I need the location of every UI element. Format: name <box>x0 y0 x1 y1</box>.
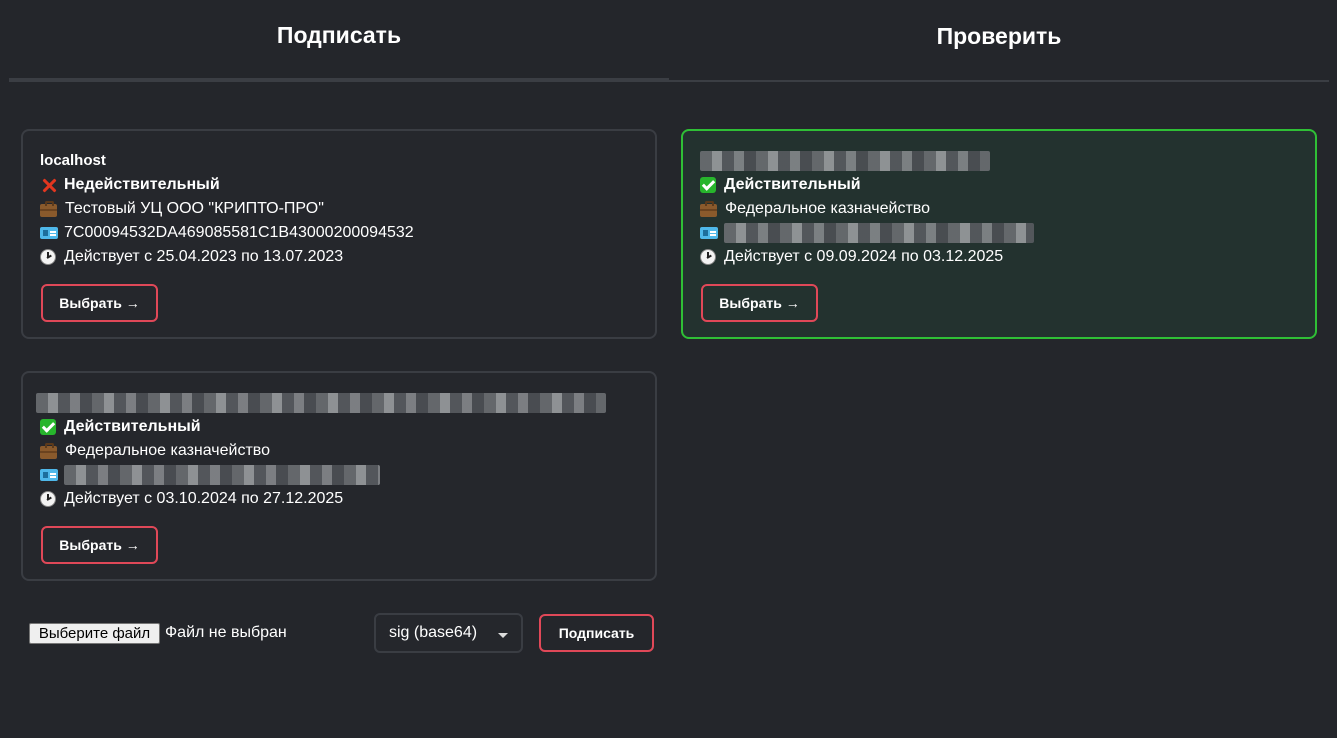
clock-icon <box>40 249 56 265</box>
chevron-down-icon <box>498 633 508 638</box>
format-selected-value: sig (base64) <box>389 624 478 641</box>
cross-mark-icon <box>40 176 58 194</box>
id-card-icon <box>700 227 718 239</box>
tab-sign[interactable]: Подписать <box>9 0 669 82</box>
format-select[interactable]: sig (base64) <box>374 613 523 653</box>
certificate-validity: Действует с 03.10.2024 по 27.12.2025 <box>64 490 344 507</box>
redacted-title <box>700 151 990 171</box>
select-certificate-button[interactable]: Выбрать → <box>41 284 158 322</box>
tab-bar: Подписать Проверить <box>9 0 1329 82</box>
certificate-card: Действительный Федеральное казначейство … <box>21 371 657 581</box>
certificate-title: localhost <box>40 152 106 169</box>
select-certificate-button[interactable]: Выбрать → <box>701 284 818 322</box>
briefcase-icon <box>40 443 57 459</box>
briefcase-icon <box>40 201 57 217</box>
file-status: Файл не выбран <box>165 624 287 641</box>
certificate-card-selected: Действительный Федеральное казначейство … <box>681 129 1317 339</box>
certificate-status: Действительный <box>64 418 201 435</box>
tab-verify-label: Проверить <box>936 22 1062 49</box>
briefcase-icon <box>700 201 717 217</box>
id-card-icon <box>40 469 58 481</box>
id-card-icon <box>40 227 58 239</box>
clock-icon <box>700 249 716 265</box>
redacted-serial <box>64 465 380 485</box>
select-certificate-button[interactable]: Выбрать → <box>41 526 158 564</box>
clock-icon <box>40 491 56 507</box>
certificate-validity: Действует с 09.09.2024 по 03.12.2025 <box>724 248 1004 265</box>
certificate-validity: Действует с 25.04.2023 по 13.07.2023 <box>64 248 344 265</box>
tab-verify[interactable]: Проверить <box>669 0 1329 82</box>
tab-sign-label: Подписать <box>276 21 402 48</box>
sign-button[interactable]: Подписать <box>539 614 654 652</box>
check-mark-icon <box>40 419 56 435</box>
redacted-serial <box>724 223 1034 243</box>
certificate-serial: 7C00094532DA469085581C1B43000200094532 <box>64 224 414 241</box>
certificate-card: localhost Недействительный Тестовый УЦ О… <box>21 129 657 339</box>
certificate-issuer: Федеральное казначейство <box>725 200 930 217</box>
certificate-status: Действительный <box>724 176 861 193</box>
certificate-issuer: Тестовый УЦ ООО "КРИПТО-ПРО" <box>65 200 324 217</box>
check-mark-icon <box>700 177 716 193</box>
redacted-title <box>36 393 606 413</box>
certificate-issuer: Федеральное казначейство <box>65 442 270 459</box>
choose-file-button[interactable]: Выберите файл <box>29 623 160 644</box>
certificate-status: Недействительный <box>64 176 220 193</box>
